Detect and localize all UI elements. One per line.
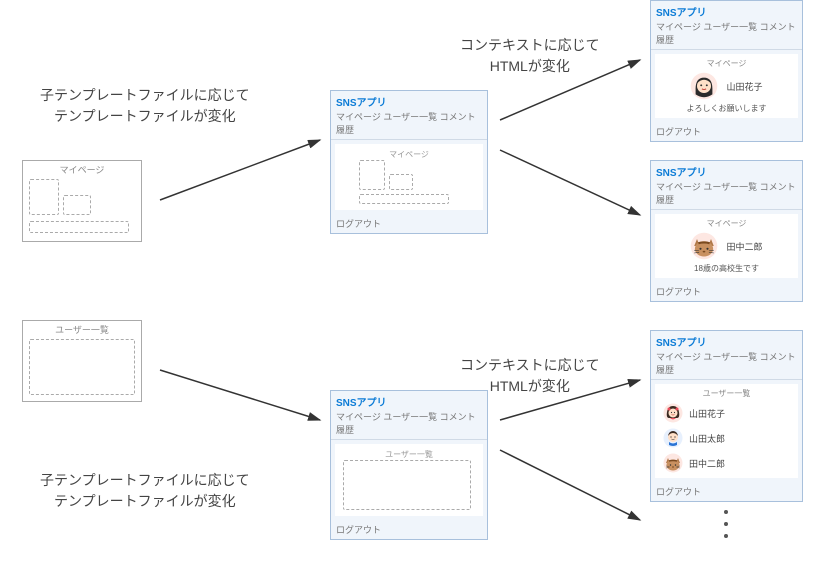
section-title: マイページ — [707, 218, 747, 229]
annotation-left-top: 子テンプレートファイルに応じて テンプレートファイルが変化 — [40, 85, 250, 127]
card-title: SNSアプリ — [331, 391, 487, 410]
mid-card-mypage: SNSアプリ マイページ ユーザー一覧 コメント履歴 マイページ ログアウト — [330, 90, 488, 234]
mid-card-userlist: SNSアプリ マイページ ユーザー一覧 コメント履歴 ユーザー一覧 ログアウト — [330, 390, 488, 540]
card-title: SNSアプリ — [331, 91, 487, 110]
card-title: SNSアプリ — [651, 331, 802, 350]
annotation-left-bot: 子テンプレートファイルに応じて テンプレートファイルが変化 — [40, 470, 250, 512]
profile-name: 山田花子 — [726, 80, 762, 93]
avatar-cat-icon — [690, 232, 718, 260]
card-title: SNSアプリ — [651, 1, 802, 20]
ellipsis-icon — [724, 510, 728, 538]
card-logout: ログアウト — [651, 282, 802, 301]
profile-name: 田中二郎 — [726, 240, 762, 253]
card-logout: ログアウト — [651, 122, 802, 141]
card-section-userlist: ユーザー一覧 — [338, 447, 480, 460]
card-nav: マイページ ユーザー一覧 コメント履歴 — [331, 410, 487, 440]
card-nav: マイページ ユーザー一覧 コメント履歴 — [651, 180, 802, 210]
list-item: 山田花子 — [659, 402, 794, 424]
card-nav: マイページ ユーザー一覧 コメント履歴 — [331, 110, 487, 140]
profile-bio: よろしくお願いします — [687, 103, 767, 114]
card-nav: マイページ ユーザー一覧 コメント履歴 — [651, 350, 802, 380]
list-item: 山田太郎 — [659, 427, 794, 449]
right-card-hanako: SNSアプリ マイページ ユーザー一覧 コメント履歴 マイページ 山田花子 よろ… — [650, 0, 803, 142]
card-logout: ログアウト — [331, 214, 487, 233]
card-logout: ログアウト — [331, 520, 487, 539]
card-title: SNSアプリ — [651, 161, 802, 180]
list-item: 田中二郎 — [659, 452, 794, 474]
avatar-woman-icon — [690, 72, 718, 100]
user-name: 山田太郎 — [689, 432, 725, 445]
section-title: ユーザー一覧 — [659, 388, 794, 399]
skeleton-mypage: マイページ — [22, 160, 142, 242]
right-card-userlist: SNSアプリ マイページ ユーザー一覧 コメント履歴 ユーザー一覧 山田花子 山… — [650, 330, 803, 502]
right-card-tanaka: SNSアプリ マイページ ユーザー一覧 コメント履歴 マイページ 田中二郎 18… — [650, 160, 803, 302]
avatar-cat-icon — [663, 453, 683, 473]
card-nav: マイページ ユーザー一覧 コメント履歴 — [651, 20, 802, 50]
user-name: 田中二郎 — [689, 457, 725, 470]
card-logout: ログアウト — [651, 482, 802, 501]
skeleton-userlist-label: ユーザー一覧 — [23, 321, 141, 336]
card-section-mypage: マイページ — [338, 147, 480, 160]
profile-bio: 18歳の高校生です — [694, 263, 759, 274]
section-title: マイページ — [707, 58, 747, 69]
skeleton-mypage-label: マイページ — [23, 161, 141, 176]
avatar-girl-icon — [663, 403, 683, 423]
annotation-right-top: コンテキストに応じて HTMLが変化 — [460, 35, 600, 77]
user-name: 山田花子 — [689, 407, 725, 420]
avatar-boy-icon — [663, 428, 683, 448]
skeleton-userlist: ユーザー一覧 — [22, 320, 142, 402]
